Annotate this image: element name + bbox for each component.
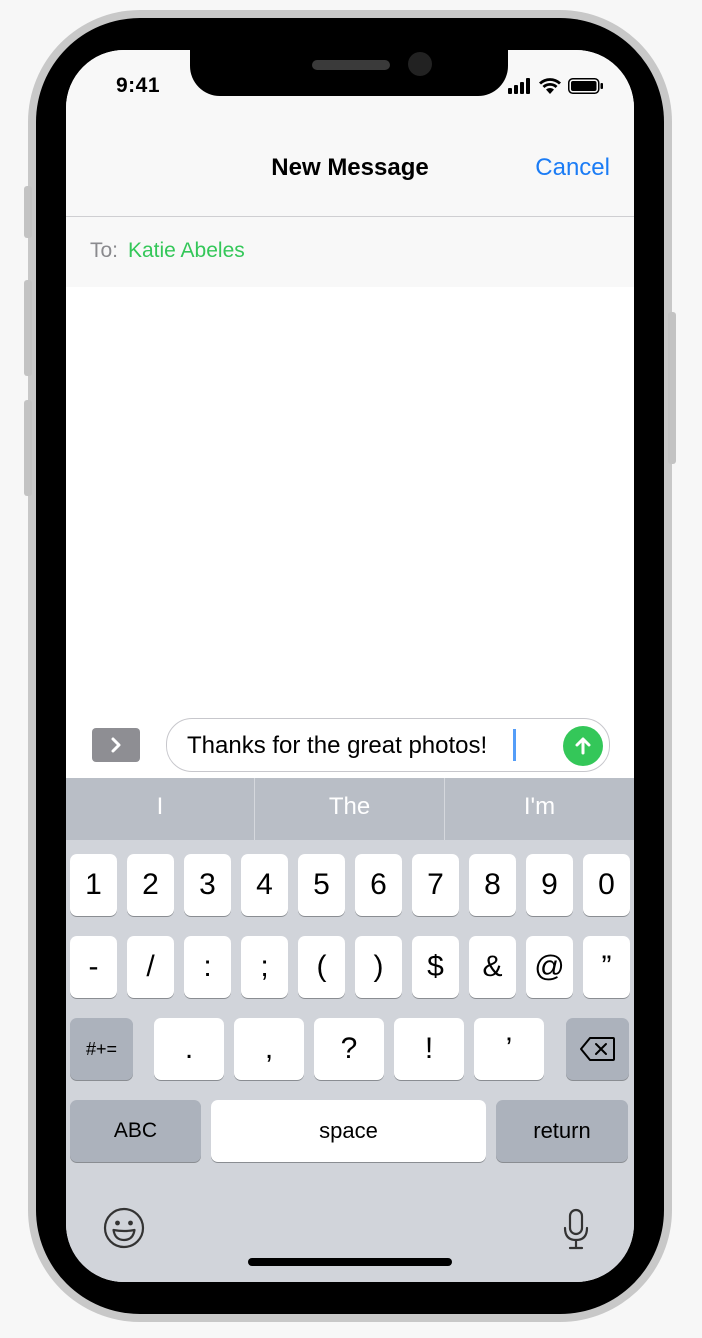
- symbols-mode-label: #+=: [85, 1039, 118, 1059]
- text-cursor: [513, 729, 516, 761]
- emoji-button[interactable]: [102, 1206, 146, 1250]
- notch: [190, 50, 508, 96]
- key[interactable]: 9: [526, 854, 573, 916]
- space-key[interactable]: space: [211, 1100, 486, 1162]
- recipient-field[interactable]: To: Katie Abeles: [66, 217, 634, 287]
- key[interactable]: !: [394, 1018, 464, 1080]
- key[interactable]: (: [298, 936, 345, 998]
- key[interactable]: 3: [184, 854, 231, 916]
- volume-up-button: [24, 280, 32, 376]
- key[interactable]: ;: [241, 936, 288, 998]
- suggestion-bar: I The I'm: [66, 778, 634, 840]
- key[interactable]: @: [526, 936, 573, 998]
- key[interactable]: ”: [583, 936, 630, 998]
- space-key-label: space: [319, 1118, 378, 1143]
- to-label: To:: [90, 239, 119, 262]
- key[interactable]: 7: [412, 854, 459, 916]
- key[interactable]: /: [127, 936, 174, 998]
- cancel-button[interactable]: Cancel: [535, 154, 610, 182]
- key[interactable]: 4: [241, 854, 288, 916]
- key[interactable]: -: [70, 936, 117, 998]
- suggestion-item[interactable]: I: [66, 778, 254, 840]
- keyboard: I The I'm 1 2 3 4 5 6 7 8 9 0 - / : ; ( …: [66, 778, 634, 1282]
- key[interactable]: 5: [298, 854, 345, 916]
- wifi-icon: [539, 78, 561, 94]
- suggestion-item[interactable]: I'm: [445, 778, 634, 840]
- emoji-icon: [103, 1207, 145, 1249]
- delete-icon: [580, 1037, 615, 1061]
- microphone-icon: [563, 1208, 589, 1250]
- message-thread-area: [66, 287, 634, 717]
- symbols-mode-key[interactable]: #+=: [70, 1018, 133, 1080]
- expand-apps-button[interactable]: [92, 728, 140, 762]
- status-icons: [508, 76, 608, 96]
- suggestion-item[interactable]: The: [255, 778, 444, 840]
- screen: 9:41 New Message Cancel To: Katie Abeles…: [66, 50, 634, 1282]
- key[interactable]: &: [469, 936, 516, 998]
- status-time: 9:41: [116, 74, 161, 97]
- key[interactable]: 2: [127, 854, 174, 916]
- key[interactable]: 1: [70, 854, 117, 916]
- signal-icon: [508, 78, 530, 94]
- key[interactable]: $: [412, 936, 459, 998]
- chevron-right-icon: [111, 737, 121, 753]
- message-text: Thanks for the great photos!: [187, 732, 488, 759]
- silent-switch: [24, 186, 32, 238]
- power-button: [668, 312, 676, 464]
- key[interactable]: ): [355, 936, 402, 998]
- abc-key-label: ABC: [113, 1119, 158, 1142]
- return-key[interactable]: return: [496, 1100, 628, 1162]
- message-input[interactable]: Thanks for the great photos!: [166, 718, 610, 772]
- navigation-bar: New Message Cancel: [66, 126, 634, 217]
- volume-down-button: [24, 400, 32, 496]
- key[interactable]: :: [184, 936, 231, 998]
- send-button[interactable]: [563, 726, 603, 766]
- delete-key[interactable]: [566, 1018, 629, 1080]
- front-camera: [408, 52, 432, 76]
- send-arrow-icon: [575, 737, 591, 755]
- speaker-grille: [312, 60, 390, 70]
- dictation-button[interactable]: [560, 1206, 592, 1254]
- key[interactable]: ,: [234, 1018, 304, 1080]
- recipient-name[interactable]: Katie Abeles: [128, 239, 245, 263]
- key[interactable]: .: [154, 1018, 224, 1080]
- key[interactable]: ’: [474, 1018, 544, 1080]
- key[interactable]: ?: [314, 1018, 384, 1080]
- return-key-label: return: [533, 1118, 591, 1143]
- key[interactable]: 8: [469, 854, 516, 916]
- key[interactable]: 6: [355, 854, 402, 916]
- key[interactable]: 0: [583, 854, 630, 916]
- home-indicator[interactable]: [248, 1258, 452, 1266]
- abc-key[interactable]: ABC: [70, 1100, 201, 1162]
- compose-bar: Thanks for the great photos!: [66, 708, 634, 778]
- battery-icon: [568, 78, 603, 94]
